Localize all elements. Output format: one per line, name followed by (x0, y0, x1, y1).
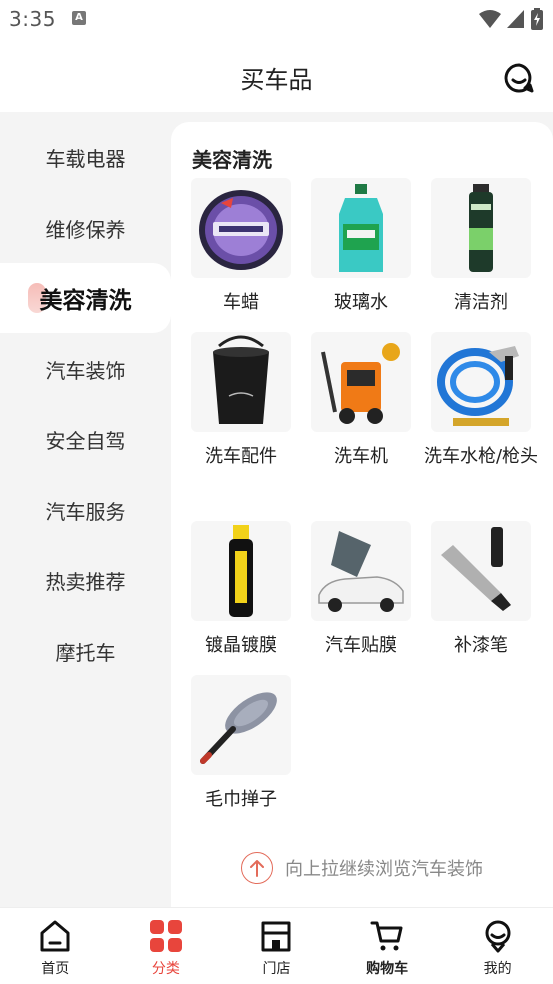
sidebar-item-beauty-cleaning[interactable]: 美容清洗 (0, 263, 171, 333)
sidebar-item-maintenance[interactable]: 维修保养 (0, 193, 171, 263)
sidebar-item-safety[interactable]: 安全自驾 (0, 404, 171, 474)
nav-label: 我的 (483, 961, 512, 977)
hose-spray-gun-icon (431, 332, 531, 432)
section-title: 美容清洗 (192, 148, 272, 172)
sidebar-item-label: 汽车装饰 (45, 358, 126, 383)
product-label: 车蜡 (223, 292, 259, 313)
duster-icon (191, 675, 291, 775)
product-tile-wash-accessories[interactable]: 洗车配件 (181, 332, 301, 470)
product-label: 玻璃水 (334, 292, 388, 313)
message-button[interactable] (503, 62, 535, 94)
product-label: 洗车配件 (205, 446, 277, 467)
category-content: 美容清洗 车蜡 玻璃水 清洁剂 洗车配件 洗车机 洗车水枪/枪头 镀晶镀膜 汽车… (171, 112, 553, 907)
nav-label: 购物车 (366, 961, 409, 977)
status-icons (479, 8, 543, 30)
product-label: 毛巾掸子 (205, 789, 277, 810)
product-label: 洗车水枪/枪头 (423, 446, 539, 467)
store-icon (258, 918, 294, 954)
page-title: 买车品 (240, 66, 313, 94)
product-label: 汽车贴膜 (325, 635, 397, 656)
product-panel: 美容清洗 车蜡 玻璃水 清洁剂 洗车配件 洗车机 洗车水枪/枪头 镀晶镀膜 汽车… (171, 122, 553, 907)
sidebar-item-label: 维修保养 (45, 217, 126, 242)
product-tile-hose-gun[interactable]: 洗车水枪/枪头 (421, 332, 541, 470)
status-time: 3:35 (9, 7, 56, 31)
nav-label: 门店 (262, 961, 291, 977)
pressure-washer-icon (311, 332, 411, 432)
nav-profile[interactable]: 我的 (442, 908, 553, 984)
header: 买车品 (0, 40, 553, 112)
product-tile-cleaner[interactable]: 清洁剂 (421, 178, 541, 316)
home-icon (37, 918, 73, 954)
product-tile-duster[interactable]: 毛巾掸子 (181, 675, 301, 813)
sidebar-item-label: 汽车服务 (45, 499, 126, 524)
nav-label: 分类 (151, 961, 180, 977)
sidebar-item-label: 美容清洗 (39, 288, 132, 314)
folding-bucket-icon (191, 332, 291, 432)
status-bar: 3:35 A (0, 0, 553, 40)
signal-icon (507, 10, 524, 28)
product-label: 清洁剂 (454, 292, 508, 313)
sidebar-item-label: 热卖推荐 (45, 569, 126, 594)
touch-up-pen-icon (431, 521, 531, 621)
cleaner-spray-can-icon (431, 178, 531, 278)
product-label: 镀晶镀膜 (205, 635, 277, 656)
pull-up-hint: 向上拉继续浏览汽车装饰 (171, 852, 553, 884)
sidebar-item-label: 安全自驾 (45, 428, 126, 453)
product-tile-touch-up-pen[interactable]: 补漆笔 (421, 521, 541, 659)
sidebar-item-car-electronics[interactable]: 车载电器 (0, 122, 171, 192)
car-wax-tin-icon (191, 178, 291, 278)
sidebar-item-services[interactable]: 汽车服务 (0, 475, 171, 545)
sidebar-item-label: 车载电器 (45, 146, 126, 171)
washer-fluid-bottle-icon (311, 178, 411, 278)
coating-bottle-icon (191, 521, 291, 621)
sidebar-item-decoration[interactable]: 汽车装饰 (0, 334, 171, 404)
product-tile-window-film[interactable]: 汽车贴膜 (301, 521, 421, 659)
product-tile-car-wax[interactable]: 车蜡 (181, 178, 301, 316)
sidebar-item-motorcycle[interactable]: 摩托车 (0, 616, 171, 686)
category-sidebar: 车载电器 维修保养 美容清洗 汽车装饰 安全自驾 汽车服务 热卖推荐 摩托车 (0, 112, 171, 907)
product-tile-coating[interactable]: 镀晶镀膜 (181, 521, 301, 659)
nav-cart[interactable]: 购物车 (332, 908, 443, 984)
bottom-navigation: 首页 分类 门店 购物车 我的 (0, 907, 553, 984)
arrow-up-icon (241, 852, 273, 884)
profile-icon (480, 918, 516, 954)
product-tile-washer-machine[interactable]: 洗车机 (301, 332, 421, 470)
product-label: 补漆笔 (454, 635, 508, 656)
sidebar-item-hot[interactable]: 热卖推荐 (0, 545, 171, 615)
product-label: 洗车机 (334, 446, 388, 467)
nav-label: 首页 (41, 961, 70, 977)
nav-home[interactable]: 首页 (0, 908, 111, 984)
category-grid-icon (148, 918, 184, 954)
chat-bubble-icon (504, 63, 534, 93)
notification-icon: A (72, 11, 86, 25)
sidebar-item-label: 摩托车 (55, 640, 116, 665)
product-tile-washer-fluid[interactable]: 玻璃水 (301, 178, 421, 316)
wifi-icon (479, 10, 501, 28)
nav-category[interactable]: 分类 (111, 908, 222, 984)
window-film-car-icon (311, 521, 411, 621)
hint-text: 向上拉继续浏览汽车装饰 (285, 859, 483, 880)
nav-store[interactable]: 门店 (221, 908, 332, 984)
battery-icon (531, 8, 543, 30)
cart-icon (369, 918, 405, 954)
